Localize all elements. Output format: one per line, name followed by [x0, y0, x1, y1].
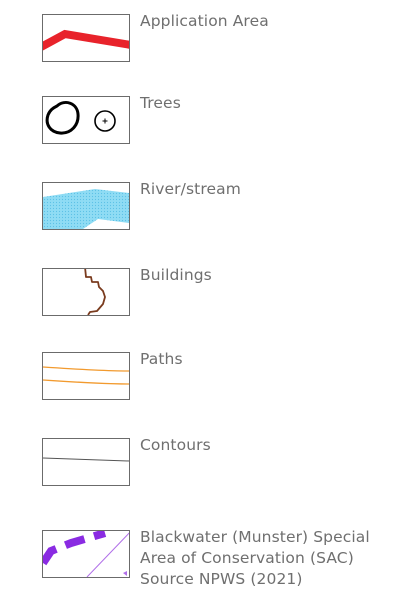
- legend-label-trees: Trees: [140, 94, 181, 112]
- trees-swatch: [42, 96, 130, 144]
- path-line-2: [43, 379, 129, 385]
- legend-label-contours: Contours: [140, 436, 211, 454]
- legend-label-buildings: Buildings: [140, 266, 212, 284]
- river-area-fill: [43, 189, 129, 229]
- buildings-symbol: [84, 269, 106, 315]
- building-outline-icon: [84, 269, 106, 315]
- contour-line: [43, 457, 129, 462]
- sac-swatch: [42, 530, 130, 578]
- legend-label-application-area: Application Area: [140, 12, 269, 30]
- contours-symbol: [43, 457, 129, 462]
- paths-symbol: [43, 366, 129, 385]
- buildings-swatch: [42, 268, 130, 316]
- tree-canopy-icon: [45, 101, 80, 135]
- paths-swatch: [42, 352, 130, 400]
- sac-symbol: [43, 531, 129, 577]
- path-line-1: [43, 366, 129, 372]
- legend-label-sac: Blackwater (Munster) Special Area of Con…: [140, 528, 370, 588]
- river-stream-symbol: [43, 189, 129, 229]
- contours-swatch: [42, 438, 130, 486]
- application-area-swatch: [42, 14, 130, 62]
- application-area-symbol: [43, 29, 129, 51]
- river-stream-swatch: [42, 182, 130, 230]
- legend-label-paths: Paths: [140, 350, 183, 368]
- trees-symbol: [45, 101, 116, 135]
- application-area-line: [43, 29, 129, 51]
- legend-label-river-stream: River/stream: [140, 180, 241, 198]
- sac-hatch-line: [86, 532, 129, 577]
- map-legend: Application Area Trees River/stream Buil…: [0, 0, 414, 607]
- sac-boundary-line: [43, 531, 107, 566]
